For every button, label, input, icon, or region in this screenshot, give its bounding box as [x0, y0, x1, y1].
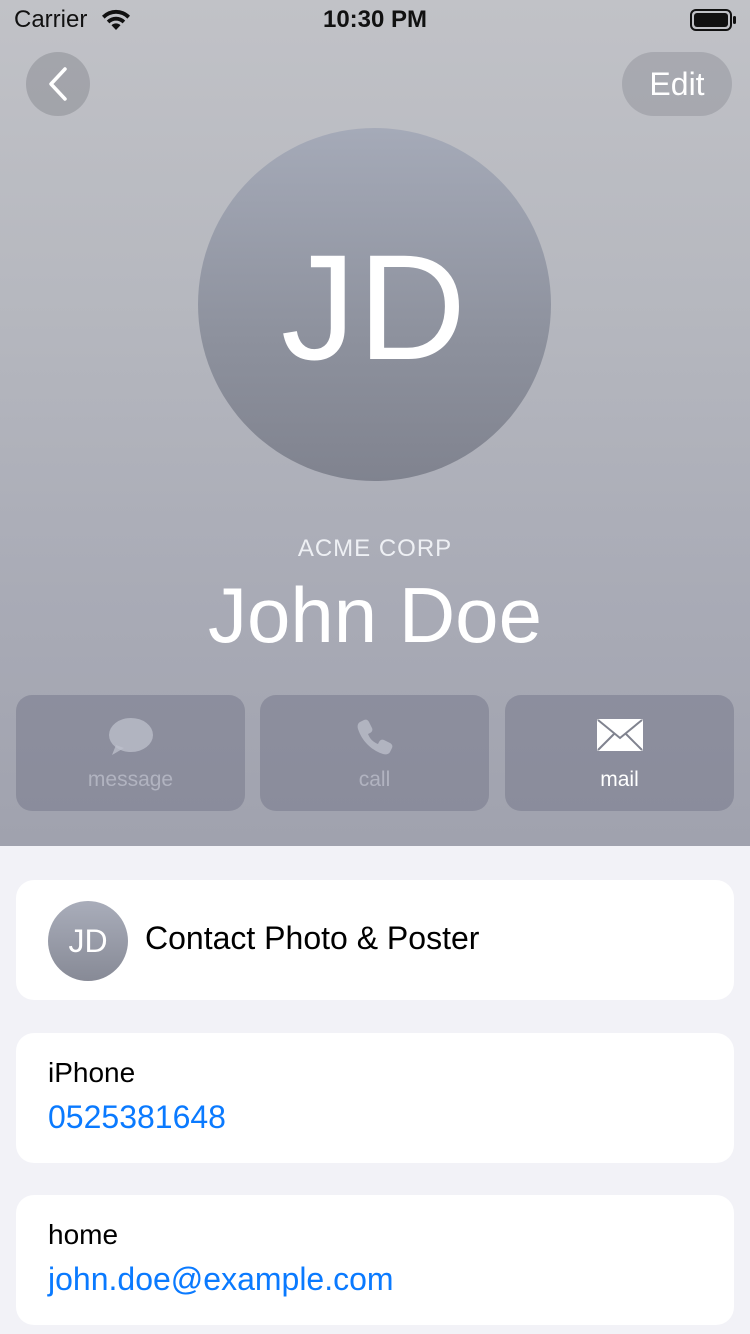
phone-label: iPhone [48, 1057, 136, 1088]
chevron-left-icon [49, 67, 67, 101]
edit-button[interactable]: Edit [622, 52, 732, 116]
action-buttons: message call mail [16, 695, 734, 811]
contact-photo-poster-label: Contact Photo & Poster [145, 920, 480, 956]
status-bar: Carrier 10:30 PM [0, 0, 750, 40]
message-bubble-icon [108, 718, 153, 755]
call-label: call [358, 768, 391, 791]
company-name: ACME CORP [297, 535, 453, 562]
phone-card[interactable]: iPhone 0525381648 [16, 1033, 734, 1163]
back-button[interactable] [26, 52, 90, 116]
avatar-thumbnail: JD [48, 901, 128, 981]
message-button[interactable]: message [16, 695, 245, 811]
call-button[interactable]: call [260, 695, 489, 811]
contact-header: Carrier 10:30 PM Edit JD ACME CORP John … [0, 0, 750, 846]
mail-button[interactable]: mail [505, 695, 734, 811]
battery-icon [690, 9, 736, 31]
avatar-initials: JD [280, 223, 469, 391]
phone-number-link[interactable]: 0525381648 [48, 1099, 226, 1136]
envelope-icon [596, 719, 643, 751]
phone-icon [357, 719, 392, 755]
email-address-link[interactable]: john.doe@example.com [48, 1261, 394, 1298]
status-time: 10:30 PM [322, 6, 428, 33]
mail-label: mail [600, 768, 639, 791]
contact-photo-poster-row[interactable]: JD Contact Photo & Poster [16, 880, 734, 1000]
message-label: message [87, 768, 174, 791]
email-card[interactable]: home john.doe@example.com [16, 1195, 734, 1325]
contact-avatar[interactable]: JD [198, 128, 551, 481]
contact-name: John Doe [208, 571, 542, 659]
email-label: home [48, 1219, 119, 1250]
